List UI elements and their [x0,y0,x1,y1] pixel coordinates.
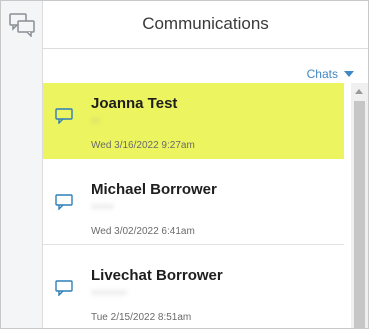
conversation-subtitle: xxxxx [91,201,114,211]
chat-bubble-icon [55,280,73,296]
chat-bubbles-icon[interactable] [9,13,35,37]
conversation-item[interactable]: Joanna Test xx Wed 3/16/2022 9:27am [43,83,344,159]
panel-header: Communications [43,1,368,49]
scroll-up-icon[interactable] [355,89,363,94]
conversation-date: Tue 2/15/2022 8:51am [91,312,192,323]
list-scrollbar[interactable] [351,83,368,328]
communications-panel: Communications Chats Joanna Test xx Wed … [0,0,369,329]
chat-bubble-icon [55,108,73,124]
left-rail [1,1,43,328]
conversation-subtitle: xxxxxxxx [91,287,127,297]
scrollbar-thumb[interactable] [354,101,365,328]
conversation-item[interactable]: Michael Borrower xxxxx Wed 3/02/2022 6:4… [43,169,344,245]
chats-filter-label: Chats [306,67,338,81]
conversation-date: Wed 3/16/2022 9:27am [91,140,195,151]
conversation-subtitle: xx [91,115,100,125]
conversation-date: Wed 3/02/2022 6:41am [91,226,195,237]
chats-filter-dropdown[interactable]: Chats [307,67,354,81]
conversation-name: Michael Borrower [91,181,217,198]
page-title: Communications [142,14,269,33]
conversation-name: Livechat Borrower [91,267,223,284]
conversation-list: Joanna Test xx Wed 3/16/2022 9:27am Mich… [43,83,344,328]
caret-down-icon [344,71,354,77]
chat-bubble-icon [55,194,73,210]
conversation-name: Joanna Test [91,95,178,112]
conversation-item[interactable]: Livechat Borrower xxxxxxxx Tue 2/15/2022… [43,255,344,328]
